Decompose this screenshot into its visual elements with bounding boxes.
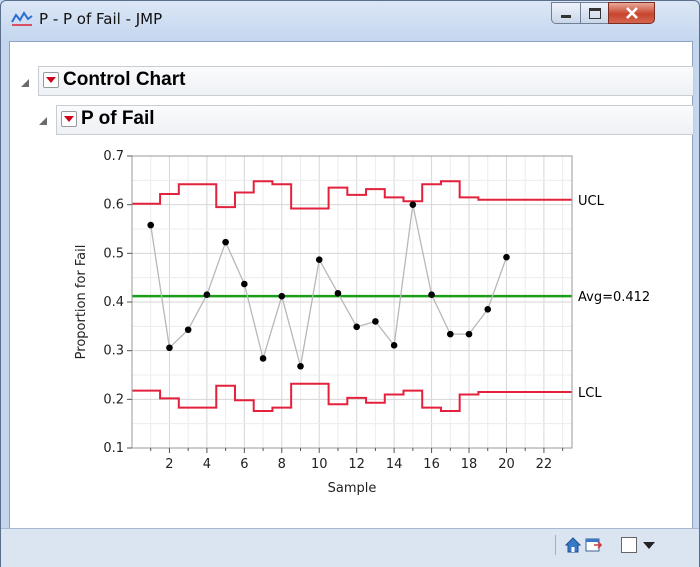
maximize-icon <box>588 7 601 19</box>
minimize-icon <box>561 14 571 18</box>
title-bar[interactable]: P - P of Fail - JMP <box>1 1 699 39</box>
x-tick-label: 20 <box>498 457 515 472</box>
x-tick-label: 18 <box>461 457 478 472</box>
data-point <box>390 342 398 349</box>
data-point <box>503 253 510 261</box>
data-point <box>184 326 192 334</box>
avg-label: Avg=0.412 <box>578 290 650 305</box>
lcl-label: LCL <box>578 386 602 401</box>
x-tick-label: 14 <box>386 457 403 472</box>
data-point <box>428 291 435 298</box>
data-point <box>166 344 173 352</box>
data-point <box>484 306 492 313</box>
data-point <box>372 318 379 325</box>
x-tick-label: 6 <box>240 457 248 472</box>
x-tick-label: 8 <box>278 457 286 472</box>
data-point <box>278 292 286 300</box>
y-tick-label: 0.2 <box>103 392 124 407</box>
ucl-label: UCL <box>578 194 605 209</box>
home-icon[interactable] <box>564 536 582 554</box>
close-icon <box>625 7 638 19</box>
x-tick-label: 10 <box>311 457 328 472</box>
y-axis-label: Proportion for Fail <box>74 245 89 360</box>
data-point <box>297 362 304 370</box>
data-point <box>353 323 360 331</box>
data-point <box>203 291 211 298</box>
x-tick-label: 22 <box>536 457 553 472</box>
data-point <box>259 355 267 362</box>
window-title: P - P of Fail - JMP <box>39 10 163 28</box>
y-tick-label: 0.3 <box>103 344 124 359</box>
jmp-chart-icon <box>11 11 33 26</box>
y-tick-label: 0.6 <box>103 198 124 213</box>
minimize-button[interactable] <box>551 2 581 24</box>
data-point <box>409 201 417 208</box>
data-point <box>241 280 248 288</box>
y-tick-label: 0.7 <box>103 149 124 164</box>
status-bar <box>1 528 699 567</box>
data-point <box>222 238 229 246</box>
data-point <box>315 256 323 263</box>
x-tick-label: 12 <box>348 457 365 472</box>
x-tick-label: 4 <box>203 457 211 472</box>
data-point <box>147 221 155 229</box>
y-tick-label: 0.4 <box>103 295 124 310</box>
y-tick-label: 0.5 <box>103 246 124 261</box>
maximize-button[interactable] <box>580 2 609 24</box>
x-tick-label: 16 <box>423 457 440 472</box>
chevron-down-icon[interactable] <box>643 542 655 549</box>
jmp-window: P - P of Fail - JMP Control Chart P of F… <box>0 0 700 567</box>
x-tick-label: 2 <box>165 457 173 472</box>
data-point <box>334 289 342 297</box>
data-point <box>446 330 454 338</box>
x-axis-label: Sample <box>328 481 377 496</box>
report-pane: Control Chart P of Fail 0.1 0.2 0.3 0.4 0.5 0… <box>9 41 694 530</box>
p-control-chart: 0.1 0.2 0.3 0.4 0.5 0.6 0.7 2 4 6 8 10 12 14 16 18 20 22 S… <box>74 149 650 496</box>
y-tick-label: 0.1 <box>103 441 124 456</box>
data-point <box>465 330 473 338</box>
export-icon[interactable] <box>585 536 603 554</box>
close-button[interactable] <box>608 2 655 24</box>
checkbox[interactable] <box>621 537 637 553</box>
status-separator <box>555 535 556 555</box>
